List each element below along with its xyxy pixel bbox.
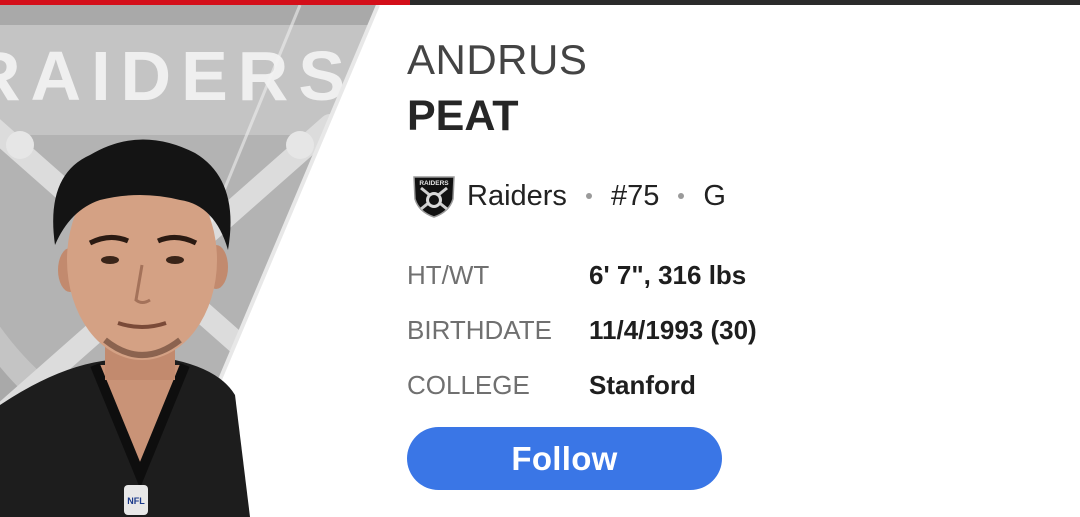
stat-row-ht-wt: HT/WT 6' 7", 316 lbs xyxy=(407,248,757,303)
team-logo-text: RAIDERS xyxy=(419,180,449,187)
stat-row-college: COLLEGE Stanford xyxy=(407,358,757,413)
player-position: G xyxy=(703,179,726,212)
stat-label: HT/WT xyxy=(407,260,490,290)
nfl-badge-text: NFL xyxy=(127,496,145,506)
stat-label: COLLEGE xyxy=(407,370,530,400)
stat-value: 6' 7", 316 lbs xyxy=(589,260,747,290)
separator-dot xyxy=(585,193,592,199)
stat-row-birthdate: BIRTHDATE 11/4/1993 (30) xyxy=(407,303,757,358)
player-last-name: PEAT xyxy=(407,92,519,140)
stat-value: 11/4/1993 (30) xyxy=(589,315,757,345)
player-first-name: ANDRUS xyxy=(407,36,588,83)
hero-watermark-text: RAIDERS xyxy=(0,37,355,115)
stat-label: BIRTHDATE xyxy=(407,315,552,345)
team-row: RAIDERS Raiders #75 G xyxy=(411,172,726,220)
separator-dot xyxy=(678,193,685,199)
player-stats: HT/WT 6' 7", 316 lbs BIRTHDATE 11/4/1993… xyxy=(407,248,757,413)
raiders-shield-icon[interactable]: RAIDERS xyxy=(411,173,457,219)
follow-button[interactable]: Follow xyxy=(407,427,722,490)
stat-value: Stanford xyxy=(589,370,696,400)
player-hero-image: RAIDERS NFL xyxy=(0,5,400,517)
jersey-number: #75 xyxy=(610,179,660,212)
team-name-link[interactable]: Raiders xyxy=(467,180,567,213)
